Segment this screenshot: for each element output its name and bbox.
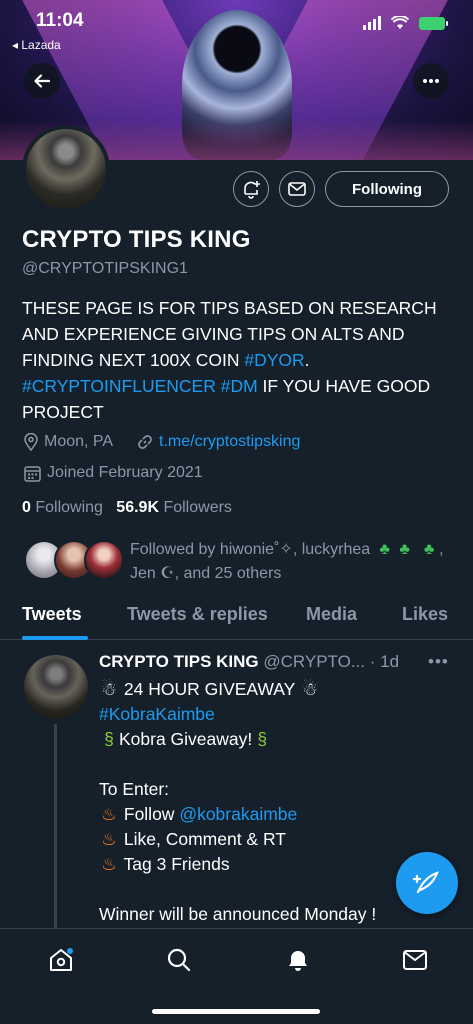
bell-plus-icon	[244, 181, 260, 199]
more-options-button[interactable]	[413, 63, 449, 99]
clover-emoji: ♣	[423, 541, 435, 558]
tweet-line: #KobraKaimbe	[99, 702, 376, 727]
profile-handle: @CRYPTOTIPSKING1	[22, 260, 188, 277]
followed-by-line-1: Followed by hiwonie˚✧, luckyrhea	[130, 541, 371, 558]
tweet-line-text: To Enter:	[99, 779, 170, 799]
follow-counts: 0 Following 56.9K Followers	[22, 499, 232, 517]
following-count-link[interactable]: 0 Following	[22, 499, 103, 516]
tweet-line: ♨ Follow @kobrakaimbe	[99, 802, 376, 827]
status-bar: 11:04 ◂ Lazada	[0, 8, 473, 52]
status-icons	[363, 16, 448, 30]
clover-emoji: ♣	[379, 541, 390, 558]
mail-icon	[288, 182, 306, 196]
thread-line	[54, 724, 57, 930]
compose-tweet-button[interactable]	[396, 852, 458, 914]
tab-likes[interactable]: Likes	[402, 604, 448, 625]
mention-link[interactable]: @kobrakaimbe	[179, 804, 297, 824]
back-button[interactable]	[24, 63, 60, 99]
snake-emoji: §	[104, 729, 114, 749]
back-to-app-link[interactable]: ◂ Lazada	[12, 38, 61, 52]
fire-emoji: ♨	[101, 829, 117, 849]
home-icon	[50, 948, 73, 971]
followed-by-text[interactable]: Followed by hiwonie˚✧, luckyrhea ♣ ♣ ♣, J…	[130, 538, 450, 586]
tweet-author-handle: @CRYPTO...	[263, 652, 366, 671]
snake-emoji: §	[257, 729, 268, 749]
joined-text: Joined February 2021	[47, 464, 203, 481]
back-arrow-icon	[34, 74, 51, 88]
tweet-author-name[interactable]: CRYPTO TIPS KING	[99, 652, 259, 671]
link-icon	[138, 435, 152, 449]
message-button[interactable]	[279, 171, 315, 207]
tweet-line-text: Kobra Giveaway!	[119, 729, 253, 749]
hashtag-link[interactable]: #DM	[221, 376, 258, 396]
bio-text: .	[304, 350, 310, 370]
search-icon	[167, 948, 191, 972]
following-count: 0	[22, 499, 31, 516]
notifications-icon	[289, 951, 307, 971]
nav-search[interactable]	[164, 945, 194, 975]
profile-tabs: Tweets Tweets & replies Media Likes	[0, 596, 473, 640]
location-icon	[24, 433, 38, 451]
tweet-author-avatar[interactable]	[24, 655, 88, 719]
messages-icon	[403, 950, 427, 970]
tweet-line-text: Follow	[123, 804, 180, 824]
follower-avatar[interactable]	[84, 540, 124, 580]
hashtag-link[interactable]: #CRYPTOINFLUENCER	[22, 376, 216, 396]
calendar-icon	[24, 465, 41, 482]
tweet-line: ☃ 24 HOUR GIVEAWAY ☃	[99, 677, 376, 702]
ghost-emoji: ☃	[101, 679, 117, 699]
profile-location: Moon, PA	[24, 433, 113, 451]
tweet-line-text: Like, Comment & RT	[123, 829, 286, 849]
tweet-more-icon[interactable]: •••	[428, 652, 449, 672]
hashtag-link[interactable]: #DYOR	[244, 350, 304, 370]
wifi-icon	[391, 16, 409, 29]
tab-media[interactable]: Media	[306, 604, 357, 625]
profile-avatar[interactable]	[22, 125, 110, 213]
profile-bio: THESE PAGE IS FOR TIPS BASED ON RESEARCH…	[22, 295, 452, 425]
hashtag-link[interactable]: #KobraKaimbe	[99, 704, 215, 724]
fire-emoji: ♨	[101, 854, 117, 874]
following-label: Following	[35, 499, 103, 516]
tab-tweets[interactable]: Tweets	[22, 604, 82, 625]
battery-icon	[419, 16, 448, 30]
nav-home[interactable]	[46, 945, 76, 975]
followers-count-link[interactable]: 56.9K Followers	[116, 499, 232, 516]
status-time: 11:04	[36, 10, 84, 31]
tweet-header: CRYPTO TIPS KING @CRYPTO... · 1d	[99, 652, 399, 672]
tweet-time: · 1d	[369, 652, 400, 671]
bio-text: THESE PAGE IS FOR TIPS BASED ON RESEARCH…	[22, 298, 437, 370]
followers-count: 56.9K	[116, 499, 159, 516]
notify-button[interactable]	[233, 171, 269, 207]
location-text: Moon, PA	[44, 433, 114, 450]
followers-label: Followers	[163, 499, 232, 516]
fire-emoji: ♨	[101, 804, 117, 824]
profile-joined: Joined February 2021	[24, 464, 203, 482]
tweet-text[interactable]: ☃ 24 HOUR GIVEAWAY ☃ #KobraKaimbe § Kobra…	[99, 677, 376, 927]
following-button[interactable]: Following	[325, 171, 449, 207]
tab-tweets-replies[interactable]: Tweets & replies	[127, 604, 268, 625]
profile-website[interactable]: t.me/cryptostipsking	[137, 433, 300, 451]
nav-messages[interactable]	[400, 945, 430, 975]
website-link[interactable]: t.me/cryptostipsking	[159, 433, 300, 451]
signal-icon	[363, 16, 381, 30]
clover-emoji: ♣	[399, 541, 410, 558]
home-indicator	[152, 1009, 320, 1014]
tweet-line-text: Tag 3 Friends	[123, 854, 230, 874]
tweet-line: To Enter:	[99, 777, 376, 802]
tweet-line: Winner will be announced Monday !	[99, 902, 376, 927]
tweet-line-text: Winner will be announced Monday !	[99, 904, 377, 924]
active-tab-indicator	[22, 636, 88, 640]
display-name: CRYPTO TIPS KING	[22, 226, 251, 253]
tweet-line-text: 24 HOUR GIVEAWAY	[123, 679, 296, 699]
tweet-line: ♨ Like, Comment & RT	[99, 827, 376, 852]
ghost-emoji: ☃	[302, 679, 318, 699]
more-icon	[423, 79, 439, 83]
nav-notifications[interactable]	[283, 945, 313, 975]
compose-icon	[413, 871, 439, 894]
tweet-line: § Kobra Giveaway! §	[99, 727, 376, 752]
tweet-line: ♨ Tag 3 Friends	[99, 852, 376, 877]
